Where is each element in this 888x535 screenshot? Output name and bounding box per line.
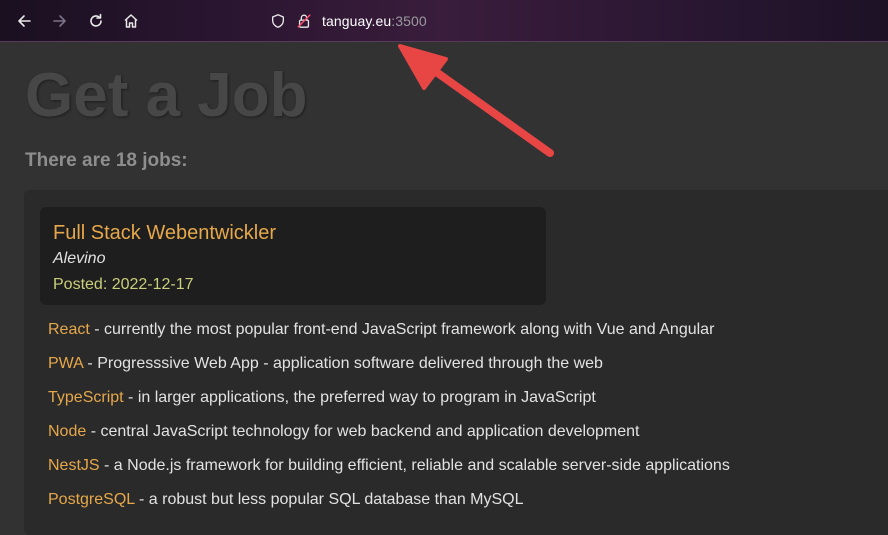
url-port: :3500 bbox=[391, 13, 427, 29]
skill-name: PWA bbox=[48, 355, 83, 372]
skill-item: PostgreSQL - a robust but less popular S… bbox=[48, 490, 730, 524]
skill-description: - currently the most popular front-end J… bbox=[89, 321, 715, 338]
url-text[interactable]: tanguay.eu:3500 bbox=[322, 13, 427, 29]
skill-description: - Progresssive Web App - application sof… bbox=[82, 355, 603, 372]
skill-name: TypeScript bbox=[48, 389, 124, 406]
shield-icon[interactable] bbox=[270, 13, 286, 29]
skill-item: Node - central JavaScript technology for… bbox=[48, 422, 730, 456]
browser-toolbar: tanguay.eu:3500 bbox=[0, 0, 888, 42]
skill-description: - a robust but less popular SQL database… bbox=[134, 491, 524, 508]
job-company: Alevino bbox=[53, 250, 106, 267]
skill-description: - central JavaScript technology for web … bbox=[86, 423, 640, 440]
skill-description: - a Node.js framework for building effic… bbox=[99, 457, 730, 474]
skill-name: PostgreSQL bbox=[48, 491, 135, 508]
insecure-lock-icon[interactable] bbox=[296, 13, 312, 29]
skill-item: TypeScript - in larger applications, the… bbox=[48, 388, 730, 422]
skill-description: - in larger applications, the preferred … bbox=[123, 389, 596, 406]
skill-name: React bbox=[48, 321, 90, 338]
skill-item: NestJS - a Node.js framework for buildin… bbox=[48, 456, 730, 490]
page-title: Get a Job bbox=[25, 61, 308, 130]
home-icon[interactable] bbox=[118, 8, 144, 34]
url-host: tanguay.eu bbox=[322, 13, 392, 29]
reload-icon[interactable] bbox=[83, 8, 109, 34]
skill-name: Node bbox=[48, 423, 87, 440]
job-posted-date: Posted: 2022-12-17 bbox=[53, 276, 194, 293]
back-arrow-icon[interactable] bbox=[11, 8, 37, 34]
job-title[interactable]: Full Stack Webentwickler bbox=[53, 221, 276, 245]
forward-arrow-icon[interactable] bbox=[47, 8, 73, 34]
skills-list: React - currently the most popular front… bbox=[48, 320, 730, 524]
skill-name: NestJS bbox=[48, 457, 100, 474]
skill-item: PWA - Progresssive Web App - application… bbox=[48, 354, 730, 388]
jobs-count: There are 18 jobs: bbox=[25, 150, 188, 171]
skill-item: React - currently the most popular front… bbox=[48, 320, 730, 354]
url-bar[interactable]: tanguay.eu:3500 bbox=[270, 8, 427, 34]
